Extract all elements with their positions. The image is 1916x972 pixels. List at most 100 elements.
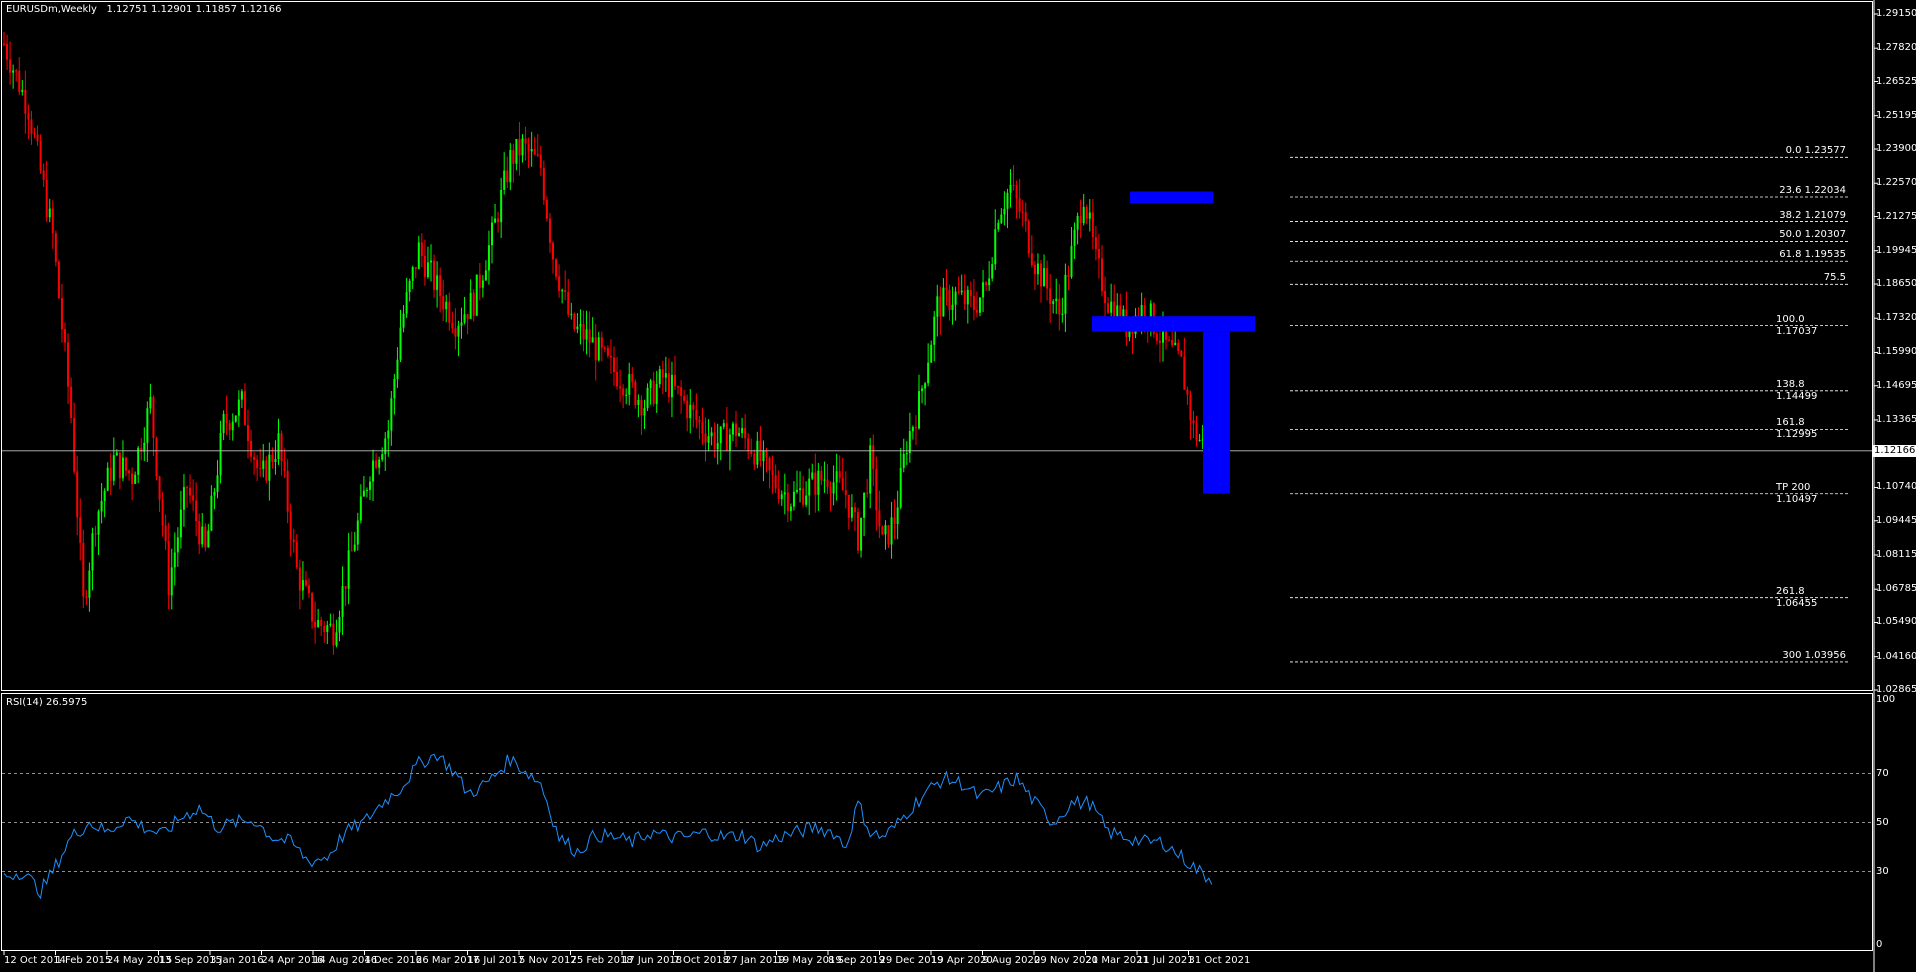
candle-body xyxy=(192,495,195,501)
fib-level-label: TP 200 1.10497 xyxy=(1776,481,1818,505)
candle-body xyxy=(1058,298,1061,315)
candle-body xyxy=(1036,263,1039,275)
price-axis-label: 1.19945 xyxy=(1876,244,1916,256)
candle-body xyxy=(722,423,725,427)
candle-body xyxy=(265,460,268,481)
candle-body xyxy=(439,275,442,297)
candle-body xyxy=(460,322,463,326)
candle-body xyxy=(881,526,884,535)
candle-body xyxy=(616,371,619,387)
price-axis-label: 1.26525 xyxy=(1876,75,1916,87)
candle-body xyxy=(1180,350,1183,357)
candle-body xyxy=(79,517,82,543)
candle-body xyxy=(1177,342,1180,351)
candle-body xyxy=(914,427,917,429)
price-axis-label: 1.27820 xyxy=(1876,42,1916,54)
candle-body xyxy=(1055,298,1058,302)
candle-body xyxy=(146,408,149,443)
candle-body xyxy=(304,580,307,586)
candle-body xyxy=(335,632,338,646)
candle-body xyxy=(137,447,140,475)
candle-body xyxy=(872,445,875,469)
price-axis-label: 1.08115 xyxy=(1876,548,1916,560)
candle-body xyxy=(887,525,890,545)
price-chart-svg[interactable] xyxy=(0,0,1916,972)
chart-window[interactable]: EURUSDm,Weekly 1.12751 1.12901 1.11857 1… xyxy=(0,0,1916,972)
candle-body xyxy=(57,261,60,299)
candle-body xyxy=(911,427,914,432)
current-price-label: 1.12166 xyxy=(1872,444,1916,457)
candle-body xyxy=(841,478,844,491)
candle-body xyxy=(530,149,533,152)
fib-level-label: 100.0 1.17037 xyxy=(1776,313,1818,337)
candle-body xyxy=(704,433,707,443)
candle-body xyxy=(686,400,689,419)
candle-body xyxy=(692,404,695,410)
candle-body xyxy=(1009,184,1012,193)
candle-body xyxy=(426,262,429,278)
candle-body xyxy=(481,280,484,288)
candle-body xyxy=(600,337,603,348)
candle-body xyxy=(182,487,185,510)
candle-body xyxy=(1046,268,1049,289)
candle-body xyxy=(201,526,204,545)
candle-body xyxy=(829,486,832,494)
candle-body xyxy=(1067,274,1070,278)
candle-body xyxy=(402,313,405,328)
candle-body xyxy=(728,434,731,451)
candle-body xyxy=(423,255,426,278)
candle-body xyxy=(164,525,167,542)
candle-body xyxy=(1003,208,1006,215)
candle-body xyxy=(731,423,734,435)
candle-body xyxy=(979,297,981,313)
candle-body xyxy=(91,533,94,571)
candle-body xyxy=(588,329,591,343)
candle-body xyxy=(469,292,472,319)
candle-body xyxy=(189,487,192,496)
candle-body xyxy=(866,492,869,494)
candle-body xyxy=(210,495,213,531)
candle-body xyxy=(570,313,573,315)
candle-body xyxy=(927,362,930,384)
candle-body xyxy=(445,301,448,310)
candle-body xyxy=(152,396,155,438)
candle-body xyxy=(277,433,280,460)
candle-body xyxy=(844,490,847,495)
candle-body xyxy=(250,440,253,457)
candle-body xyxy=(942,287,945,317)
price-axis-label: 1.13365 xyxy=(1876,413,1916,425)
candle-body xyxy=(640,399,643,416)
candle-body xyxy=(457,325,460,337)
candle-body xyxy=(896,507,899,524)
candle-body xyxy=(777,488,780,500)
candle-body xyxy=(179,509,182,538)
candle-body xyxy=(521,138,524,156)
candle-body xyxy=(646,387,649,409)
main-frame xyxy=(1,1,1873,691)
date-axis-label: 9 Aug 2020 xyxy=(982,955,1041,966)
candle-body xyxy=(985,282,988,286)
candle-body xyxy=(924,383,927,389)
candle-body xyxy=(707,436,710,443)
candle-body xyxy=(353,544,356,551)
candle-body xyxy=(289,511,292,540)
fib-level-label: 300 1.03956 xyxy=(1782,649,1846,661)
candle-body xyxy=(308,585,310,594)
candle-body xyxy=(338,616,341,633)
candle-body xyxy=(1107,303,1110,313)
candle-body xyxy=(1079,216,1082,224)
candle-body xyxy=(94,533,97,535)
candle-body xyxy=(1174,342,1177,346)
candle-body xyxy=(771,470,774,476)
price-axis-label: 1.14695 xyxy=(1876,379,1916,391)
candle-body xyxy=(466,314,469,319)
candle-body xyxy=(579,323,582,327)
candle-body xyxy=(195,500,198,522)
price-axis-label: 1.22570 xyxy=(1876,177,1916,189)
candle-body xyxy=(536,154,539,156)
candle-body xyxy=(216,475,219,492)
candle-body xyxy=(1168,339,1171,341)
candle-body xyxy=(899,467,902,508)
candle-body xyxy=(472,292,475,316)
candle-body xyxy=(1076,216,1079,230)
